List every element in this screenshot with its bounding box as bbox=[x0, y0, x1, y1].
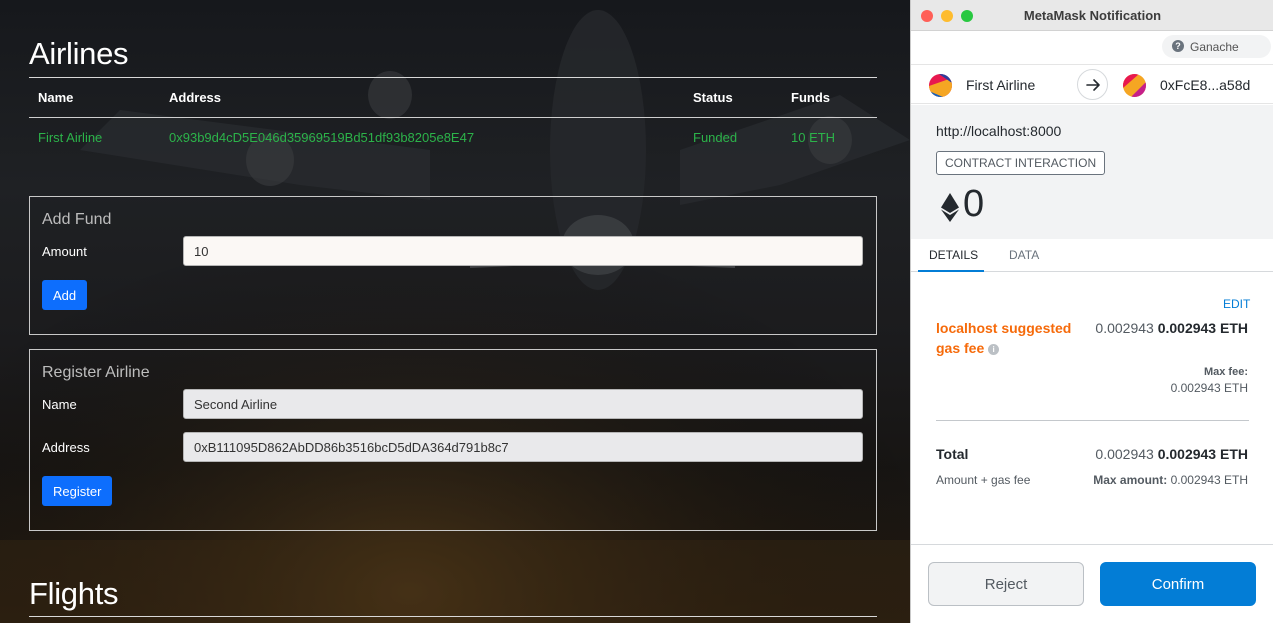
add-fund-title: Add Fund bbox=[42, 211, 112, 228]
summary-divider bbox=[936, 420, 1249, 421]
register-airline-panel: Register Airline Name Address Register bbox=[29, 349, 877, 531]
amount-input[interactable] bbox=[183, 236, 863, 266]
dapp-page: Airlines Name Address Status Funds First… bbox=[0, 0, 910, 623]
gas-fee-value: 0.002943 0.002943 ETH bbox=[1095, 320, 1248, 336]
total-value: 0.002943 0.002943 ETH bbox=[1095, 446, 1248, 462]
airline-address-cell: 0x93b9d4cD5E046d35969519Bd51df93b8205e8E… bbox=[169, 130, 475, 146]
window-title: MetaMask Notification bbox=[1023, 8, 1162, 23]
help-icon: ? bbox=[1172, 40, 1184, 52]
edit-gas-link[interactable]: EDIT bbox=[1223, 297, 1250, 311]
max-amount-label: Max amount: bbox=[1093, 473, 1168, 487]
network-indicator[interactable]: ? Ganache bbox=[1162, 35, 1271, 58]
total-value-plain: 0.002943 bbox=[1095, 446, 1154, 462]
transaction-summary: http://localhost:8000 CONTRACT INTERACTI… bbox=[911, 105, 1273, 239]
table-row: First Airline 0x93b9d4cD5E046d35969519Bd… bbox=[29, 117, 877, 158]
airline-address-label: Address bbox=[42, 440, 90, 455]
table-header-row: Name Address Status Funds bbox=[29, 78, 877, 118]
column-header-address: Address bbox=[160, 78, 684, 118]
gas-fee-label: localhost suggested gas fee i bbox=[936, 318, 1081, 358]
add-button[interactable]: Add bbox=[42, 280, 88, 310]
window-titlebar: MetaMask Notification bbox=[911, 0, 1273, 31]
airlines-table: Name Address Status Funds First Airline … bbox=[29, 78, 877, 158]
from-account-avatar bbox=[929, 74, 952, 97]
max-fee-value: 0.002943 ETH bbox=[1170, 381, 1248, 395]
action-footer: Reject Confirm bbox=[911, 544, 1273, 623]
amount-label: Amount bbox=[42, 244, 87, 259]
network-name: Ganache bbox=[1190, 40, 1239, 54]
contract-interaction-badge: CONTRACT INTERACTION bbox=[936, 151, 1106, 175]
to-account-address: 0xFcE8...a58d bbox=[1160, 77, 1251, 93]
to-account-avatar bbox=[1123, 74, 1146, 97]
add-fund-panel: Add Fund Amount Add bbox=[29, 196, 877, 335]
gas-fee-label-text: localhost suggested gas fee bbox=[936, 320, 1072, 356]
metamask-window: MetaMask Notification ? Ganache First Ai… bbox=[910, 0, 1273, 623]
column-header-status: Status bbox=[684, 78, 782, 118]
transaction-amount: 0 bbox=[963, 183, 985, 225]
register-airline-title: Register Airline bbox=[42, 364, 150, 381]
airline-address-input[interactable] bbox=[183, 432, 863, 462]
details-tabs: DETAILS DATA bbox=[911, 239, 1273, 272]
total-label: Total bbox=[936, 446, 969, 462]
total-sub-label: Amount + gas fee bbox=[936, 473, 1031, 487]
flights-title-rule bbox=[29, 616, 877, 617]
confirm-button[interactable]: Confirm bbox=[1100, 562, 1256, 606]
total-value-bold: 0.002943 ETH bbox=[1157, 446, 1248, 462]
max-amount-value: 0.002943 ETH bbox=[1170, 473, 1248, 487]
register-button[interactable]: Register bbox=[42, 476, 113, 506]
tab-details[interactable]: DETAILS bbox=[929, 248, 978, 262]
origin-url: http://localhost:8000 bbox=[936, 123, 1062, 139]
max-fee-label: Max fee: bbox=[1203, 366, 1248, 378]
reject-button[interactable]: Reject bbox=[928, 562, 1084, 606]
from-account-name: First Airline bbox=[966, 77, 1036, 93]
airlines-title: Airlines bbox=[29, 36, 129, 71]
airline-funds-cell: 10 ETH bbox=[791, 130, 836, 146]
column-header-funds: Funds bbox=[782, 78, 877, 118]
airline-name-label: Name bbox=[42, 397, 77, 412]
airline-name-cell: First Airline bbox=[38, 130, 103, 146]
arrow-right-icon bbox=[1077, 69, 1108, 100]
active-tab-indicator bbox=[918, 270, 984, 272]
airline-name-input[interactable] bbox=[183, 389, 863, 419]
column-header-name: Name bbox=[29, 78, 160, 118]
gas-fee-value-bold: 0.002943 ETH bbox=[1157, 320, 1248, 336]
tab-data[interactable]: DATA bbox=[1009, 248, 1039, 262]
flights-title: Flights bbox=[29, 576, 119, 611]
max-amount: Max amount: 0.002943 ETH bbox=[1093, 473, 1248, 487]
sender-recipient-row: First Airline 0xFcE8...a58d bbox=[911, 64, 1273, 104]
info-icon[interactable]: i bbox=[988, 344, 1000, 355]
ethereum-icon bbox=[941, 193, 959, 222]
airline-status-cell: Funded bbox=[693, 130, 738, 146]
gas-fee-value-plain: 0.002943 bbox=[1095, 320, 1154, 336]
